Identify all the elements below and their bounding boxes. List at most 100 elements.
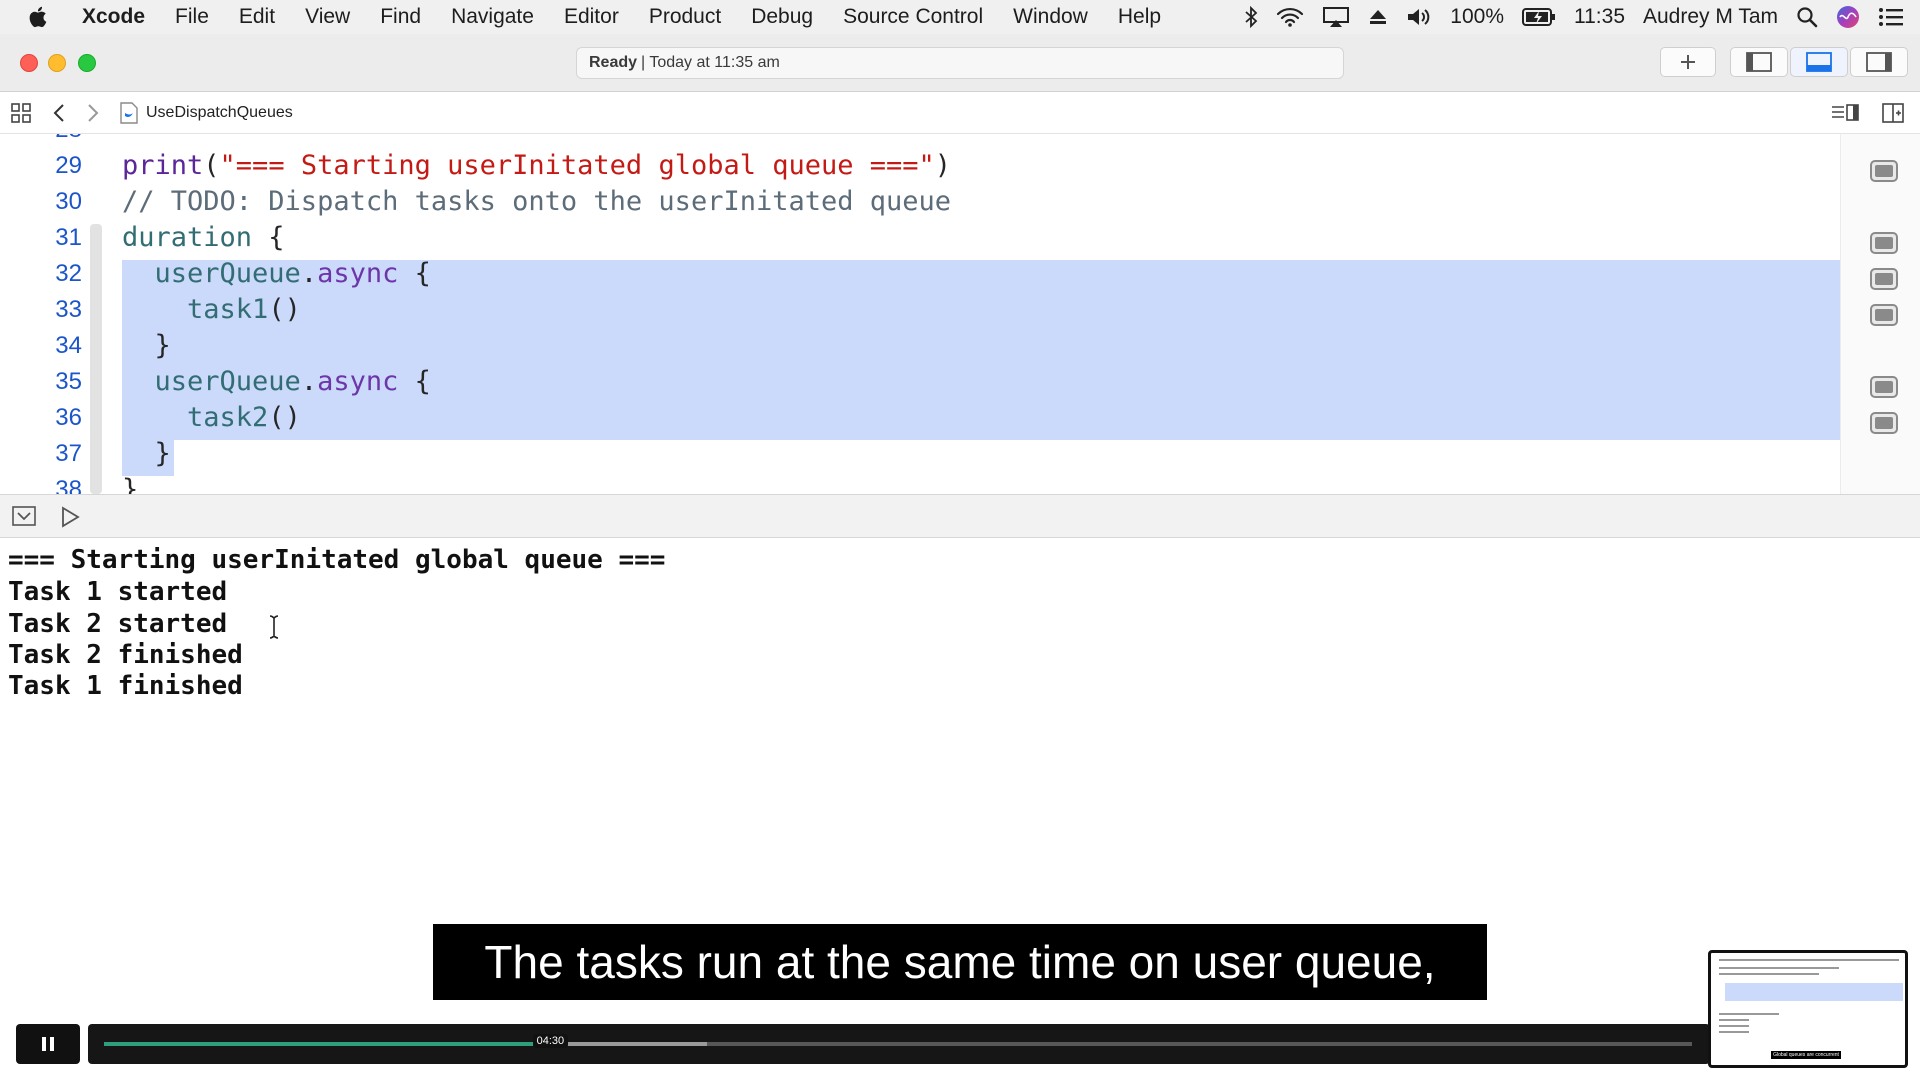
build-status: Ready [589, 54, 638, 71]
airplay-icon[interactable] [1322, 6, 1350, 28]
zoom-window-button[interactable] [78, 54, 96, 72]
code-token: { [398, 366, 431, 397]
screen: Xcode File Edit View Find Navigate Edito… [0, 0, 1920, 1080]
show-result-button[interactable] [1870, 232, 1898, 254]
toggle-inspector-button[interactable] [1850, 47, 1908, 77]
library-button[interactable] [1660, 47, 1716, 77]
console-line: Task 2 started [8, 609, 228, 639]
close-window-button[interactable] [20, 54, 38, 72]
menu-view[interactable]: View [305, 5, 350, 29]
hide-debug-area-icon[interactable] [12, 506, 36, 531]
show-result-button[interactable] [1870, 412, 1898, 434]
related-items-grid-icon[interactable] [10, 102, 32, 129]
bluetooth-icon[interactable] [1244, 6, 1258, 28]
code-line-34: } [122, 330, 171, 361]
line-number: 31 [55, 224, 82, 251]
right-panel-icon [1866, 52, 1892, 72]
status-area: 100% 11:35 Audrey M Tam [1244, 0, 1904, 34]
plus-icon [1681, 55, 1695, 69]
clock[interactable]: 11:35 [1574, 5, 1625, 29]
menu-editor[interactable]: Editor [564, 5, 619, 29]
show-result-button[interactable] [1870, 376, 1898, 398]
minimize-window-button[interactable] [48, 54, 66, 72]
debug-bar [0, 494, 1920, 538]
breadcrumb-file[interactable]: UseDispatchQueues [120, 102, 293, 124]
menu-edit[interactable]: Edit [239, 5, 275, 29]
menu-window[interactable]: Window [1013, 5, 1088, 29]
video-scrubber[interactable]: 04:30 [88, 1024, 1710, 1064]
left-panel-icon [1746, 52, 1772, 72]
video-preview-thumbnail: Global queues are concurrent [1708, 950, 1908, 1068]
siri-icon[interactable] [1836, 5, 1860, 29]
code-line-29: print("=== Starting userInitated global … [122, 148, 951, 184]
wifi-icon[interactable] [1276, 6, 1304, 28]
code-token: userQueue [154, 258, 301, 289]
code-token: ) [934, 150, 952, 181]
code-line-35: userQueue.async { [122, 364, 431, 400]
results-sidebar [1840, 134, 1920, 494]
menu-source-control[interactable]: Source Control [843, 5, 983, 29]
source-editor[interactable]: 28 29 30 31 32 33 34 35 36 37 38 print("… [0, 134, 1920, 494]
toggle-navigator-button[interactable] [1730, 47, 1788, 77]
menu-file[interactable]: File [175, 5, 209, 29]
thumb-line [1719, 973, 1819, 975]
code-token: print [122, 150, 204, 181]
code-token: async [317, 366, 399, 397]
menu-app-name[interactable]: Xcode [82, 5, 145, 29]
code-area[interactable]: print("=== Starting userInitated global … [122, 134, 1842, 494]
activity-viewer: Ready | Today at 11:35 am [576, 47, 1344, 79]
code-token: () [268, 294, 301, 325]
line-number: 30 [55, 188, 82, 215]
pause-button[interactable] [16, 1024, 80, 1064]
code-line-38: } [122, 474, 139, 494]
add-editor-icon[interactable] [1882, 102, 1904, 129]
battery-charging-icon[interactable] [1522, 7, 1556, 27]
menu-navigate[interactable]: Navigate [451, 5, 534, 29]
console-line: Task 2 finished [8, 640, 243, 670]
menu-help[interactable]: Help [1118, 5, 1161, 29]
thumb-line [1719, 1031, 1749, 1033]
line-number: 37 [55, 440, 82, 467]
back-chevron-icon[interactable] [52, 102, 66, 129]
line-number: 28 [0, 134, 86, 148]
thumb-line [1719, 1019, 1749, 1021]
line-number: 35 [55, 368, 82, 395]
editor-options-icon[interactable] [1830, 102, 1860, 129]
code-token: async [317, 258, 399, 289]
eject-icon[interactable] [1368, 7, 1388, 27]
code-token: userQueue [154, 366, 301, 397]
user-name[interactable]: Audrey M Tam [1643, 5, 1778, 29]
apple-menu-icon[interactable] [28, 5, 64, 29]
show-result-button[interactable] [1870, 160, 1898, 182]
show-result-button[interactable] [1870, 304, 1898, 326]
menu-debug[interactable]: Debug [751, 5, 813, 29]
code-line-30: // TODO: Dispatch tasks onto the userIni… [122, 186, 952, 217]
console-line: Task 1 started [8, 577, 228, 607]
code-line-36: task2() [122, 400, 301, 436]
jump-bar: UseDispatchQueues [0, 92, 1920, 134]
toggle-debug-area-button[interactable] [1790, 47, 1848, 77]
code-token: { [252, 222, 285, 253]
show-result-button[interactable] [1870, 268, 1898, 290]
code-folding-ribbon[interactable] [90, 224, 102, 494]
notification-center-icon[interactable] [1878, 7, 1904, 27]
spotlight-search-icon[interactable] [1796, 6, 1818, 28]
playground-file-icon [120, 102, 138, 124]
volume-icon[interactable] [1406, 6, 1432, 28]
menu-product[interactable]: Product [649, 5, 721, 29]
line-number: 34 [55, 332, 82, 359]
code-token: duration [122, 222, 253, 253]
run-playground-icon[interactable] [60, 506, 80, 533]
console-line: Task 1 finished [8, 671, 243, 701]
menu-find[interactable]: Find [380, 5, 421, 29]
progress-track[interactable]: 04:30 [104, 1034, 1692, 1048]
line-number: 32 [55, 260, 82, 287]
thumb-line [1719, 1025, 1749, 1027]
code-token: ( [203, 150, 220, 181]
current-time-label: 04:30 [532, 1034, 569, 1048]
line-number: 38 [55, 476, 82, 494]
forward-chevron-icon[interactable] [86, 102, 100, 129]
